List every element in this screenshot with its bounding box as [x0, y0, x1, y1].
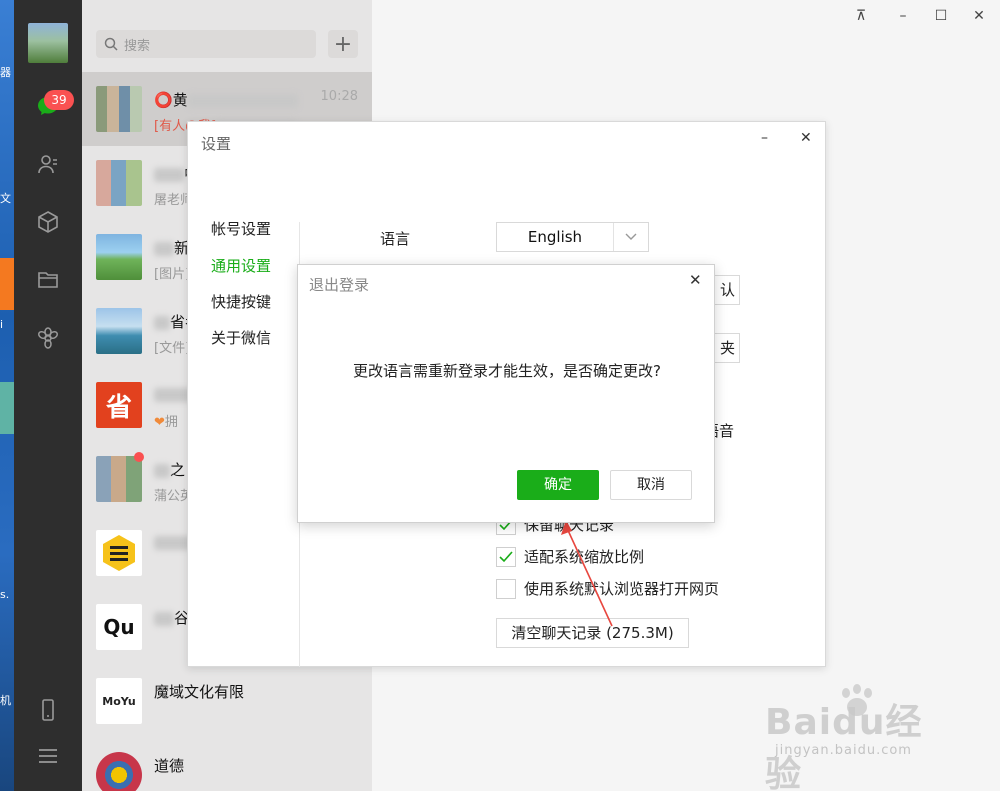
- close-icon[interactable]: ✕: [689, 271, 702, 289]
- logout-confirm-dialog: 退出登录 ✕ 更改语言需重新登录才能生效，是否确定更改? 确定 取消: [297, 264, 715, 523]
- watermark-url: jingyan.baidu.com: [775, 743, 912, 758]
- confirm-message: 更改语言需重新登录才能生效，是否确定更改?: [353, 362, 661, 380]
- confirm-title: 退出登录: [309, 276, 370, 294]
- baidu-watermark: Baidu经验 jingyan.baidu.com: [765, 683, 955, 791]
- confirm-cancel-button[interactable]: 取消: [610, 470, 692, 500]
- confirm-ok-button[interactable]: 确定: [517, 470, 599, 500]
- watermark-text: Baidu经验: [765, 702, 923, 791]
